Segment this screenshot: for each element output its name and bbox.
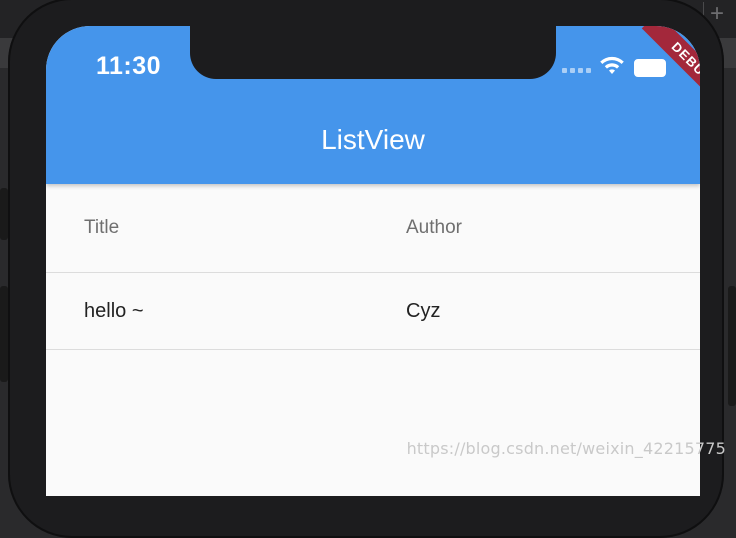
watermark: https://blog.csdn.net/weixin_42215775: [406, 439, 726, 458]
page-title: ListView: [321, 124, 425, 155]
side-button-left-lower: [0, 286, 8, 382]
cell-title: hello ~: [84, 299, 144, 322]
table-header-row: Title Author: [46, 184, 700, 273]
column-header-title[interactable]: Title: [84, 184, 119, 272]
data-table: Title Author hello ~ Cyz: [46, 184, 700, 350]
device-notch: [190, 26, 556, 79]
battery-icon: [634, 59, 666, 77]
side-button-right: [728, 286, 736, 406]
side-button-left-upper: [0, 188, 8, 240]
column-header-author[interactable]: Author: [406, 184, 462, 272]
signal-dots-icon: [562, 68, 591, 73]
table-row[interactable]: hello ~ Cyz: [46, 273, 700, 350]
status-time: 11:30: [96, 52, 162, 80]
app-screen: 11:30 ListView DEBUG Title Author hello …: [46, 26, 700, 496]
wifi-icon: [600, 56, 624, 74]
cell-author: Cyz: [406, 299, 441, 322]
